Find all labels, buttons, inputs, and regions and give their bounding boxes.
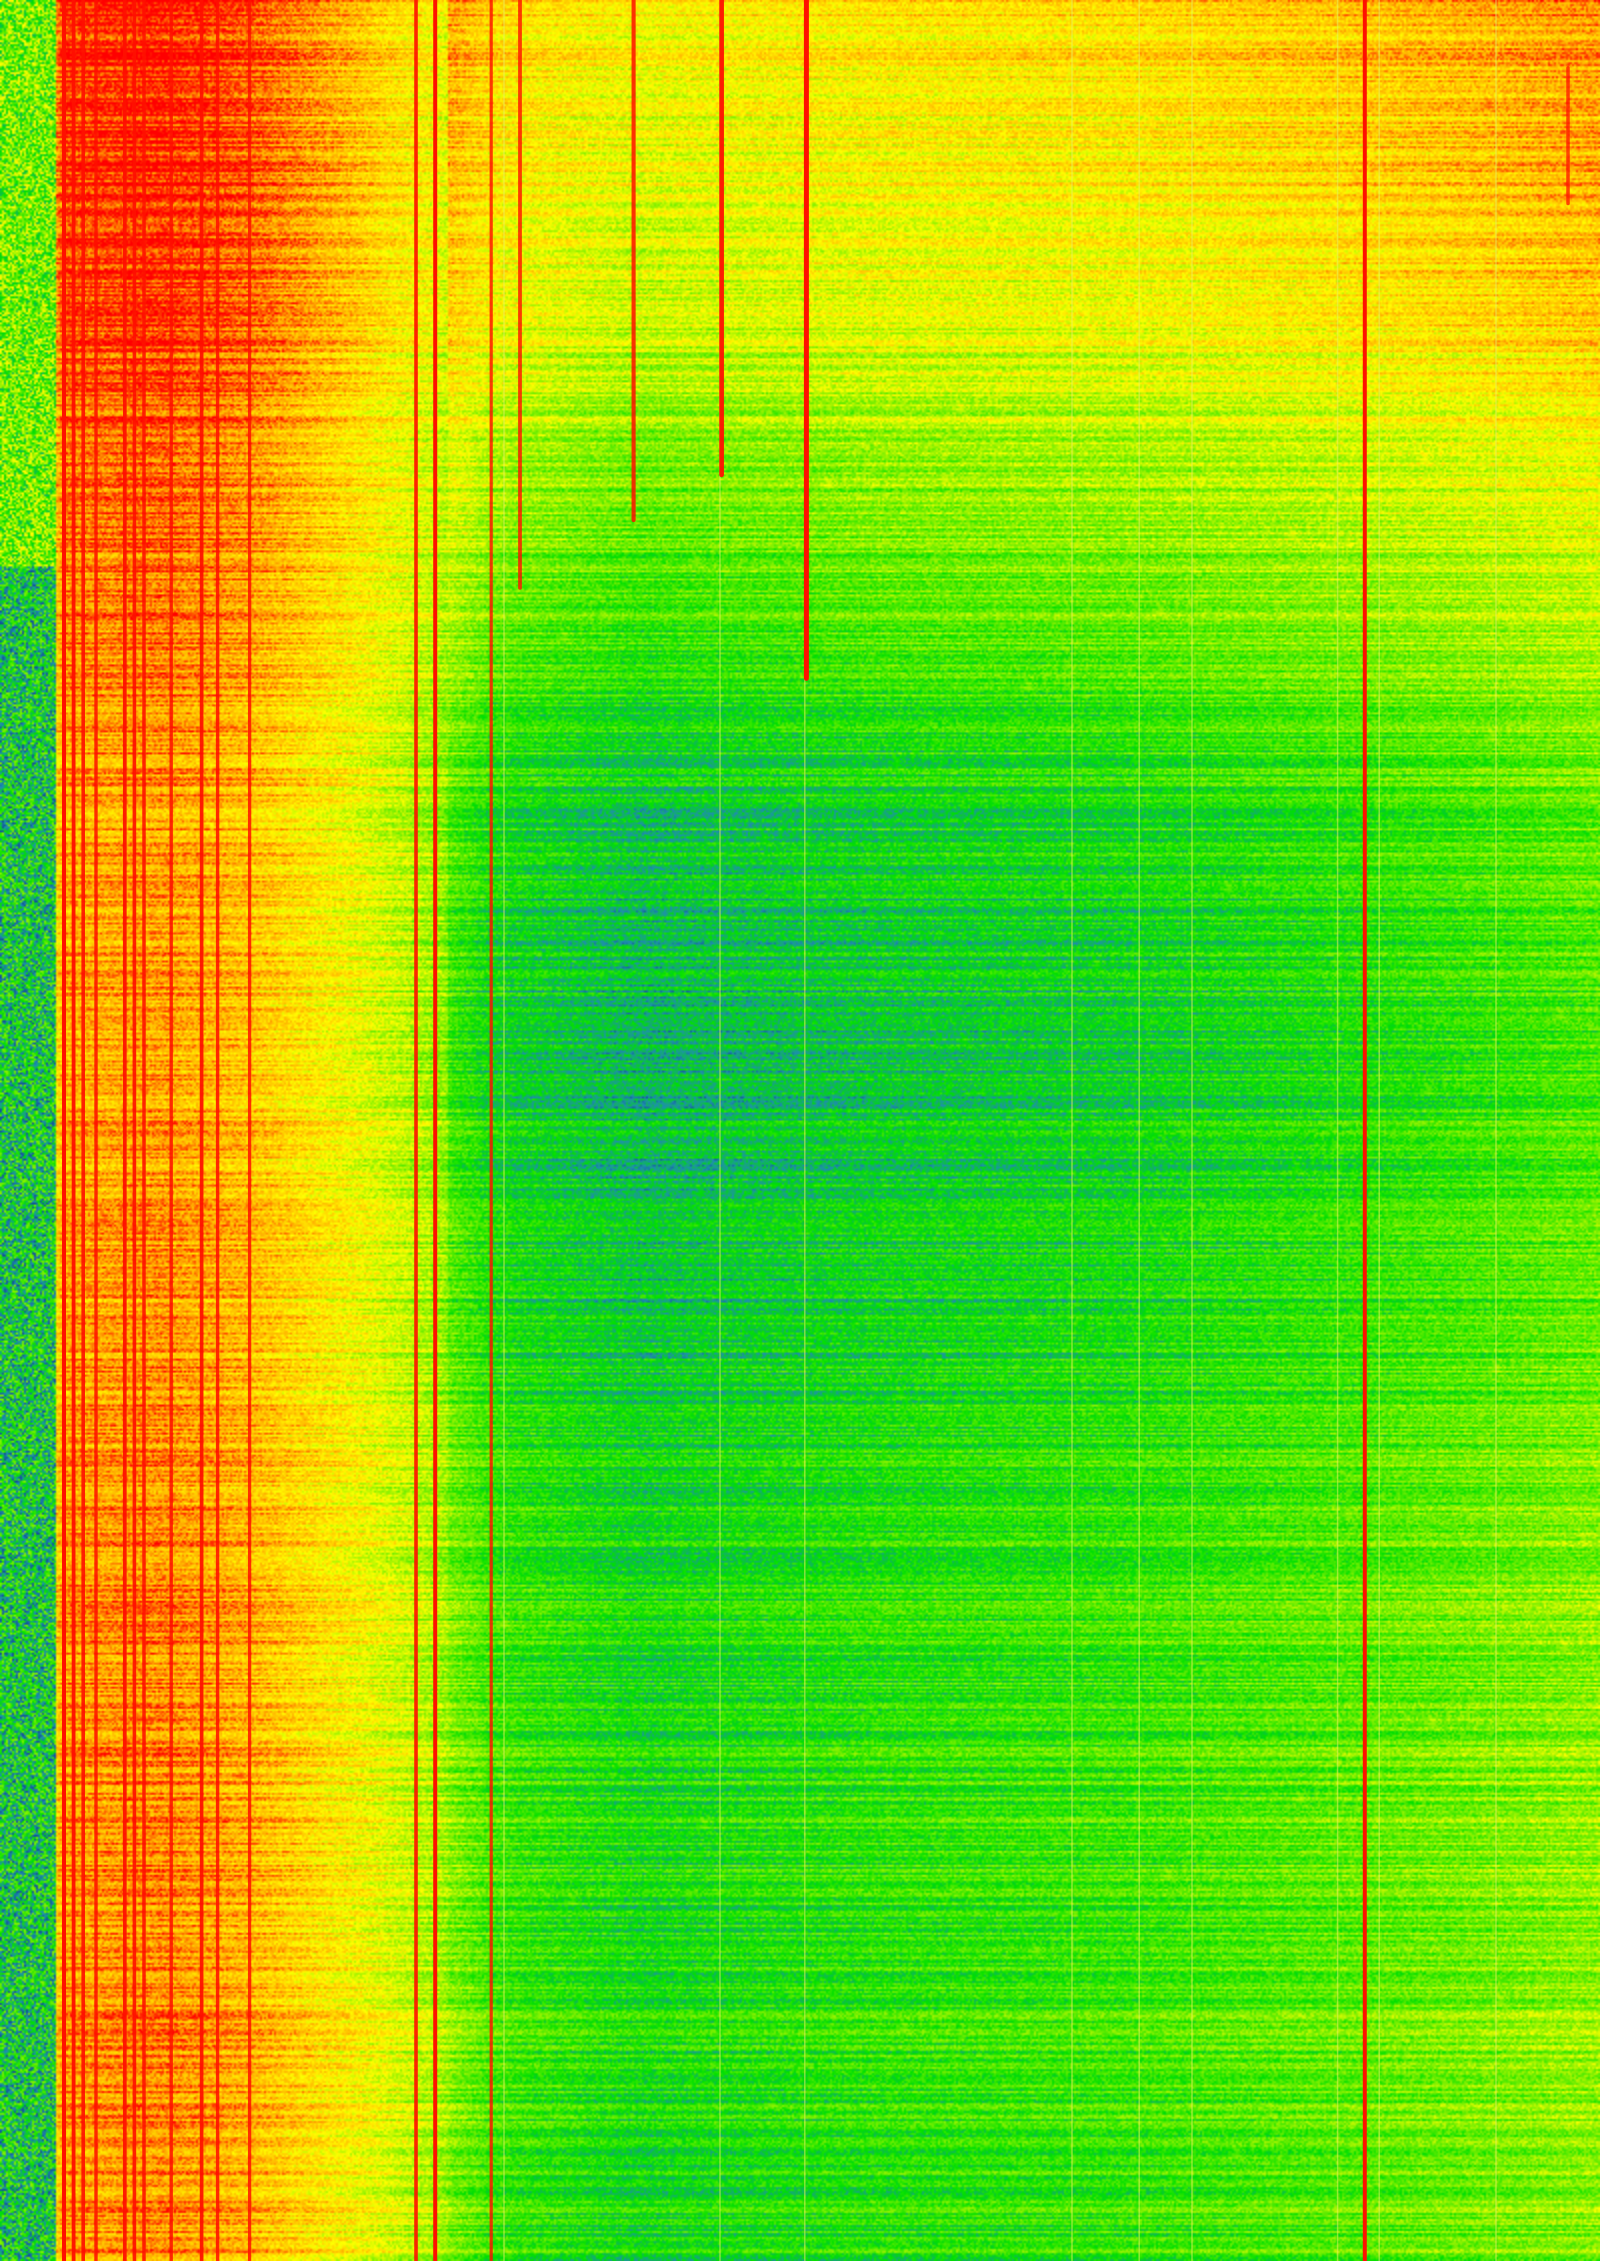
signal-lines-layer <box>62 0 1570 2261</box>
waterfall-spectrogram <box>0 0 1600 2261</box>
